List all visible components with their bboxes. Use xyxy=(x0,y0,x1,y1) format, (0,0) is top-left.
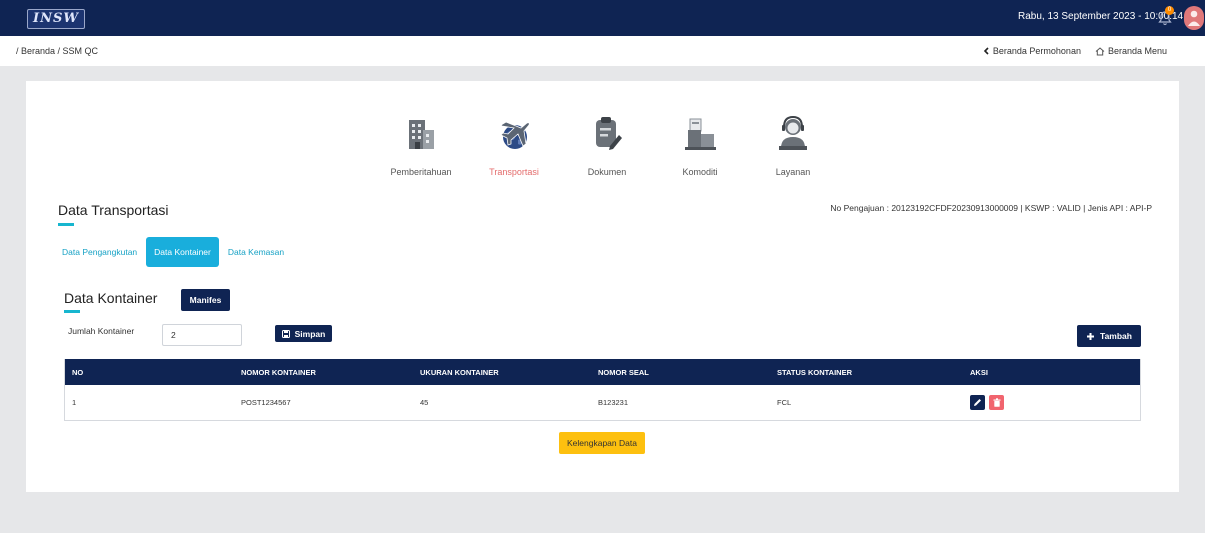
tab-data-kemasan[interactable]: Data Kemasan xyxy=(225,237,287,267)
column-header: NOMOR SEAL xyxy=(598,367,649,377)
pencil-icon xyxy=(974,399,981,406)
step-komoditi[interactable]: Komoditi xyxy=(655,113,745,177)
cell-aksi xyxy=(970,385,1008,420)
tab-data-pengangkutan[interactable]: Data Pengangkutan xyxy=(59,237,140,267)
user-avatar[interactable] xyxy=(1184,6,1204,30)
notification-badge: 0 xyxy=(1165,6,1174,15)
jumlah-kontainer-input[interactable]: 2 xyxy=(162,324,242,346)
breadcrumb: / Beranda / SSM QC xyxy=(16,46,99,56)
delete-button[interactable] xyxy=(989,395,1004,410)
jumlah-kontainer-label: Jumlah Kontainer xyxy=(68,326,135,336)
step-layanan[interactable]: Layanan xyxy=(748,113,838,177)
beranda-permohonan-label: Beranda Permohonan xyxy=(992,46,1081,56)
wizard-steps: Pemberitahuan Transportasi Dokumen Komod… xyxy=(376,113,846,183)
boxes-icon xyxy=(685,118,716,150)
beranda-menu-link[interactable]: Beranda Menu xyxy=(1095,46,1167,56)
document-edit-icon xyxy=(596,117,622,150)
manifes-label: Manifes xyxy=(189,295,222,305)
step-label: Transportasi xyxy=(489,167,539,177)
kelengkapan-data-button[interactable]: Kelengkapan Data xyxy=(559,432,645,454)
cell-ukuran-kontainer: 45 xyxy=(420,398,429,407)
column-header: NO xyxy=(72,367,84,377)
top-navbar: INSW Rabu, 13 September 2023 - 10:00:14 … xyxy=(0,0,1205,36)
step-label: Dokumen xyxy=(587,167,627,177)
table-row: 1 POST1234567 45 B123231 FCL xyxy=(65,385,1140,420)
beranda-menu-label: Beranda Menu xyxy=(1107,46,1167,56)
kontainer-table: NO NOMOR KONTAINER UKURAN KONTAINER NOMO… xyxy=(64,359,1141,421)
cell-no: 1 xyxy=(72,398,77,407)
data-tabs: Data Pengangkutan Data Kontainer Data Ke… xyxy=(59,237,287,267)
title-underline xyxy=(64,310,80,313)
step-pemberitahuan[interactable]: Pemberitahuan xyxy=(376,113,466,177)
beranda-permohonan-link[interactable]: Beranda Permohonan xyxy=(983,46,1081,56)
step-label: Pemberitahuan xyxy=(390,167,452,177)
manifes-button[interactable]: Manifes xyxy=(181,289,230,311)
cell-nomor-seal: B123231 xyxy=(598,398,629,407)
tambah-button[interactable]: Tambah xyxy=(1077,325,1141,347)
step-dokumen[interactable]: Dokumen xyxy=(562,113,652,177)
cell-nomor-kontainer: POST1234567 xyxy=(241,398,291,407)
breadcrumb-bar: / Beranda / SSM QC Beranda Permohonan Be… xyxy=(0,36,1205,66)
step-transportasi[interactable]: Transportasi xyxy=(469,113,559,177)
tambah-label: Tambah xyxy=(1100,331,1132,341)
user-icon xyxy=(1188,10,1200,26)
simpan-label: Simpan xyxy=(294,328,326,339)
breadcrumb-links: Beranda Permohonan Beranda Menu xyxy=(983,46,1167,56)
simpan-button[interactable]: Simpan xyxy=(275,325,332,342)
title-underline xyxy=(58,223,74,226)
column-header: AKSI xyxy=(970,367,988,377)
save-icon xyxy=(281,329,290,338)
pengajuan-info: No Pengajuan : 20123192CFDF2023091300000… xyxy=(830,203,1152,213)
column-header: STATUS KONTAINER xyxy=(777,367,852,377)
tab-data-kontainer[interactable]: Data Kontainer xyxy=(146,237,219,267)
cell-status-kontainer: FCL xyxy=(777,398,792,407)
support-agent-icon xyxy=(779,115,807,150)
edit-button[interactable] xyxy=(970,395,985,410)
plus-icon xyxy=(1087,332,1095,340)
section-title: Data Transportasi xyxy=(58,202,169,218)
step-label: Komoditi xyxy=(682,167,718,177)
column-header: NOMOR KONTAINER xyxy=(241,367,316,377)
chevron-left-icon xyxy=(983,47,989,55)
building-icon xyxy=(409,120,434,149)
home-icon xyxy=(1095,46,1105,55)
trash-icon xyxy=(993,398,1000,407)
column-header: UKURAN KONTAINER xyxy=(420,367,499,377)
kontainer-title: Data Kontainer xyxy=(64,290,158,306)
insw-logo[interactable]: INSW xyxy=(27,9,85,29)
table-header: NO NOMOR KONTAINER UKURAN KONTAINER NOMO… xyxy=(65,359,1140,385)
plane-globe-icon xyxy=(500,121,530,149)
step-label: Layanan xyxy=(775,167,811,177)
main-card: Pemberitahuan Transportasi Dokumen Komod… xyxy=(26,81,1179,492)
